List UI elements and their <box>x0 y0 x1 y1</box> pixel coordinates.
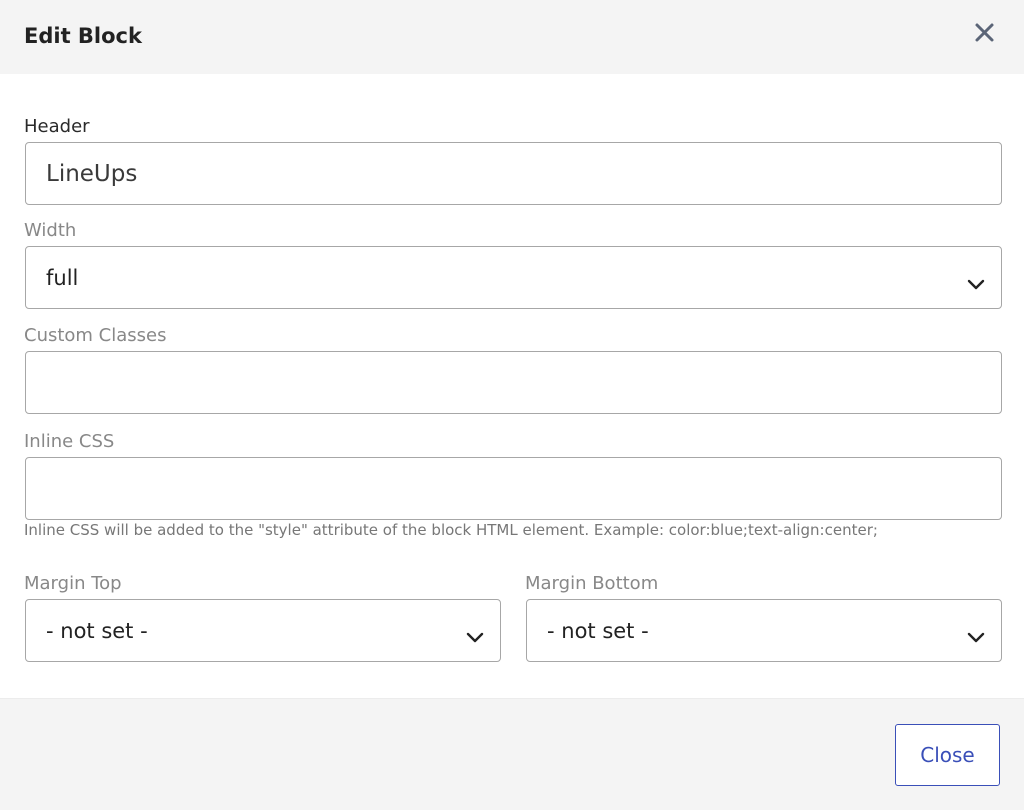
chevron-down-icon <box>967 625 985 642</box>
margin-top-select[interactable]: - not set - <box>25 599 501 662</box>
inline-css-help-text: Inline CSS will be added to the "style" … <box>24 521 878 539</box>
header-input[interactable]: LineUps <box>25 142 1002 205</box>
modal-footer: Close <box>0 698 1024 810</box>
header-input-value: LineUps <box>46 160 138 187</box>
inline-css-input[interactable] <box>25 457 1002 520</box>
margin-top-label: Margin Top <box>24 573 122 594</box>
modal-title: Edit Block <box>24 24 142 48</box>
close-button[interactable]: Close <box>895 724 1000 786</box>
width-select[interactable]: full <box>25 246 1002 309</box>
edit-block-modal: Edit Block Header LineUps Width full Cus… <box>0 0 1024 810</box>
margin-bottom-select-value: - not set - <box>547 618 649 643</box>
close-icon[interactable] <box>970 19 998 47</box>
width-select-value: full <box>46 265 79 290</box>
margin-top-select-value: - not set - <box>46 618 148 643</box>
margin-bottom-select[interactable]: - not set - <box>526 599 1002 662</box>
width-label: Width <box>24 220 77 241</box>
custom-classes-input[interactable] <box>25 351 1002 414</box>
inline-css-label: Inline CSS <box>24 431 115 452</box>
modal-header: Edit Block <box>0 0 1024 74</box>
custom-classes-label: Custom Classes <box>24 325 167 346</box>
chevron-down-icon <box>466 625 484 642</box>
chevron-down-icon <box>967 272 985 289</box>
margin-bottom-label: Margin Bottom <box>525 573 659 594</box>
header-label: Header <box>24 116 90 137</box>
